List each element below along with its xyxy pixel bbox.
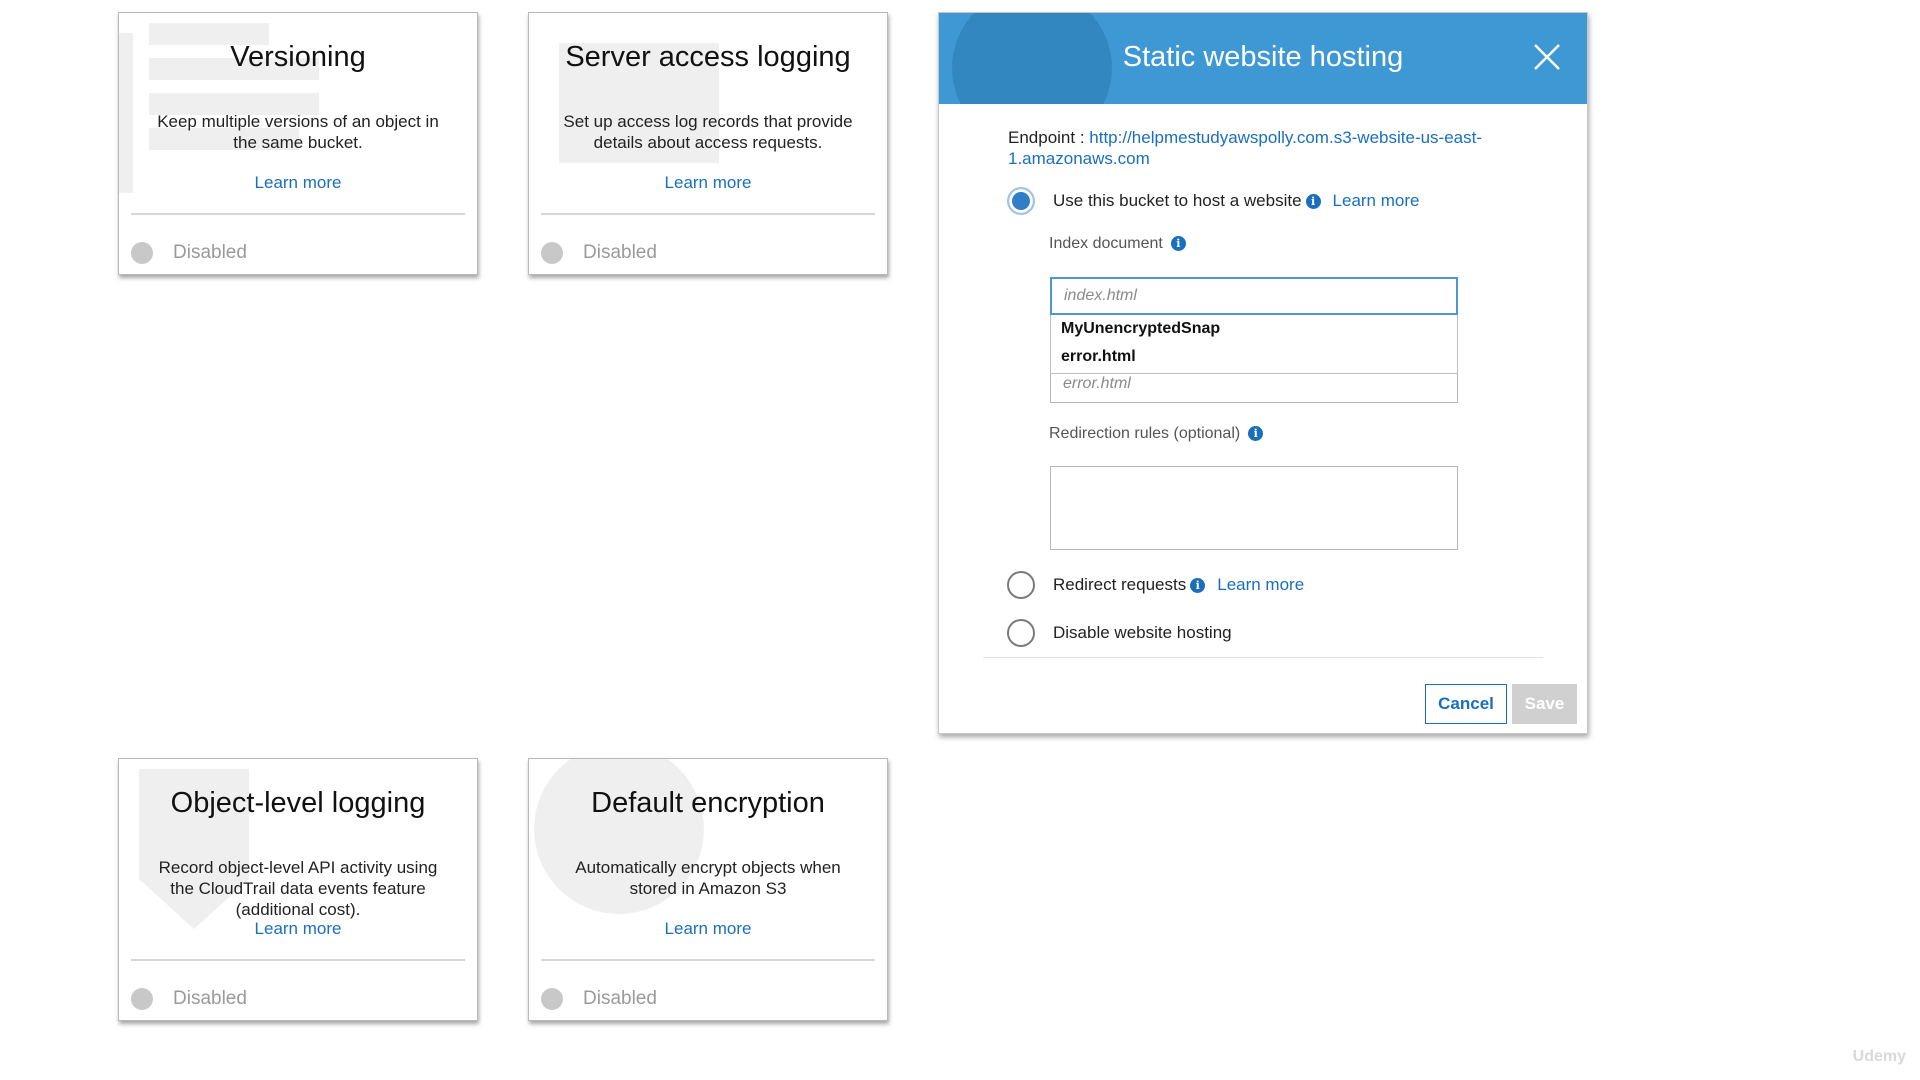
status-label: Disabled	[583, 988, 657, 1009]
static-website-hosting-dialog: Static website hosting Endpoint : http:/…	[938, 12, 1588, 734]
dialog-title: Static website hosting	[1122, 41, 1404, 73]
disable-hosting-option[interactable]: Disable website hosting	[1007, 619, 1232, 647]
status-toggle[interactable]: Disabled	[131, 988, 247, 1010]
status-label: Disabled	[173, 242, 247, 263]
autocomplete-dropdown: MyUnencryptedSnap error.html	[1050, 315, 1458, 374]
dialog-divider	[983, 657, 1543, 658]
redirection-rules-label: Redirection rules (optional) i	[1049, 425, 1264, 443]
status-toggle[interactable]: Disabled	[541, 242, 657, 264]
learn-more-link[interactable]: Learn more	[119, 173, 477, 193]
info-icon[interactable]: i	[1170, 236, 1186, 251]
card-divider	[541, 213, 875, 215]
card-description: Set up access log records that provide d…	[563, 112, 853, 152]
versioning-card: Versioning Keep multiple versions of an …	[118, 12, 478, 275]
info-icon[interactable]: i	[1305, 193, 1321, 209]
card-description: Record object-level API activity using t…	[158, 858, 438, 919]
status-dot-icon	[541, 988, 563, 1010]
card-title: Default encryption	[591, 787, 825, 819]
cancel-button[interactable]: Cancel	[1425, 684, 1507, 724]
status-label: Disabled	[583, 242, 657, 263]
disable-hosting-label: Disable website hosting	[1053, 623, 1232, 642]
card-title: Versioning	[230, 41, 366, 73]
redirection-rules-textarea[interactable]	[1050, 466, 1458, 550]
close-icon[interactable]	[1531, 41, 1563, 73]
dialog-header: Static website hosting	[939, 13, 1587, 104]
card-divider	[541, 959, 875, 961]
redirect-requests-label: Redirect requests	[1053, 575, 1187, 594]
index-document-label: Index document i	[1049, 235, 1186, 253]
status-toggle[interactable]: Disabled	[131, 242, 247, 264]
save-button[interactable]: Save	[1512, 684, 1577, 724]
info-icon[interactable]: i	[1190, 577, 1206, 593]
card-divider	[131, 959, 465, 961]
status-toggle[interactable]: Disabled	[541, 988, 657, 1010]
server-access-logging-card: Server access logging Set up access log …	[528, 12, 888, 275]
host-website-option[interactable]: Use this bucket to host a website i Learn…	[1007, 187, 1419, 215]
host-website-radio[interactable]	[1007, 187, 1035, 215]
redirect-learn-more-link[interactable]: Learn more	[1217, 575, 1304, 595]
autocomplete-option[interactable]: error.html	[1051, 343, 1457, 371]
learn-more-link[interactable]: Learn more	[119, 919, 477, 939]
disable-hosting-radio[interactable]	[1007, 619, 1035, 647]
endpoint: Endpoint : http://helpmestudyawspolly.co…	[1008, 127, 1528, 169]
document-illustration-icon	[119, 23, 319, 193]
default-encryption-card: Default encryption Automatically encrypt…	[528, 758, 888, 1021]
card-divider	[131, 213, 465, 215]
error-document-placeholder: error.html	[1063, 375, 1131, 392]
redirect-requests-option[interactable]: Redirect requests i Learn more	[1007, 571, 1304, 599]
udemy-watermark: Udemy	[1852, 1048, 1906, 1065]
index-document-label-text: Index document	[1049, 235, 1163, 252]
card-description: Keep multiple versions of an object in t…	[157, 112, 439, 152]
info-icon[interactable]: i	[1248, 426, 1264, 441]
status-dot-icon	[131, 242, 153, 264]
endpoint-label: Endpoint :	[1008, 128, 1090, 147]
status-dot-icon	[541, 242, 563, 264]
autocomplete-option[interactable]: MyUnencryptedSnap	[1051, 315, 1457, 343]
card-description: Automatically encrypt objects when store…	[575, 858, 841, 898]
card-title: Object-level logging	[170, 787, 426, 819]
host-learn-more-link[interactable]: Learn more	[1333, 191, 1420, 211]
learn-more-link[interactable]: Learn more	[529, 173, 887, 193]
object-level-logging-card: Object-level logging Record object-level…	[118, 758, 478, 1021]
redirect-requests-radio[interactable]	[1007, 571, 1035, 599]
redirection-rules-label-text: Redirection rules (optional)	[1049, 425, 1241, 442]
globe-illustration-icon	[534, 759, 704, 914]
status-dot-icon	[131, 988, 153, 1010]
card-title: Server access logging	[565, 41, 851, 73]
host-website-label: Use this bucket to host a website	[1053, 191, 1302, 210]
status-label: Disabled	[173, 988, 247, 1009]
learn-more-link[interactable]: Learn more	[529, 919, 887, 939]
index-document-input[interactable]: index.html	[1050, 277, 1458, 315]
document-illustration-icon	[559, 43, 719, 163]
index-document-placeholder: index.html	[1064, 287, 1137, 304]
